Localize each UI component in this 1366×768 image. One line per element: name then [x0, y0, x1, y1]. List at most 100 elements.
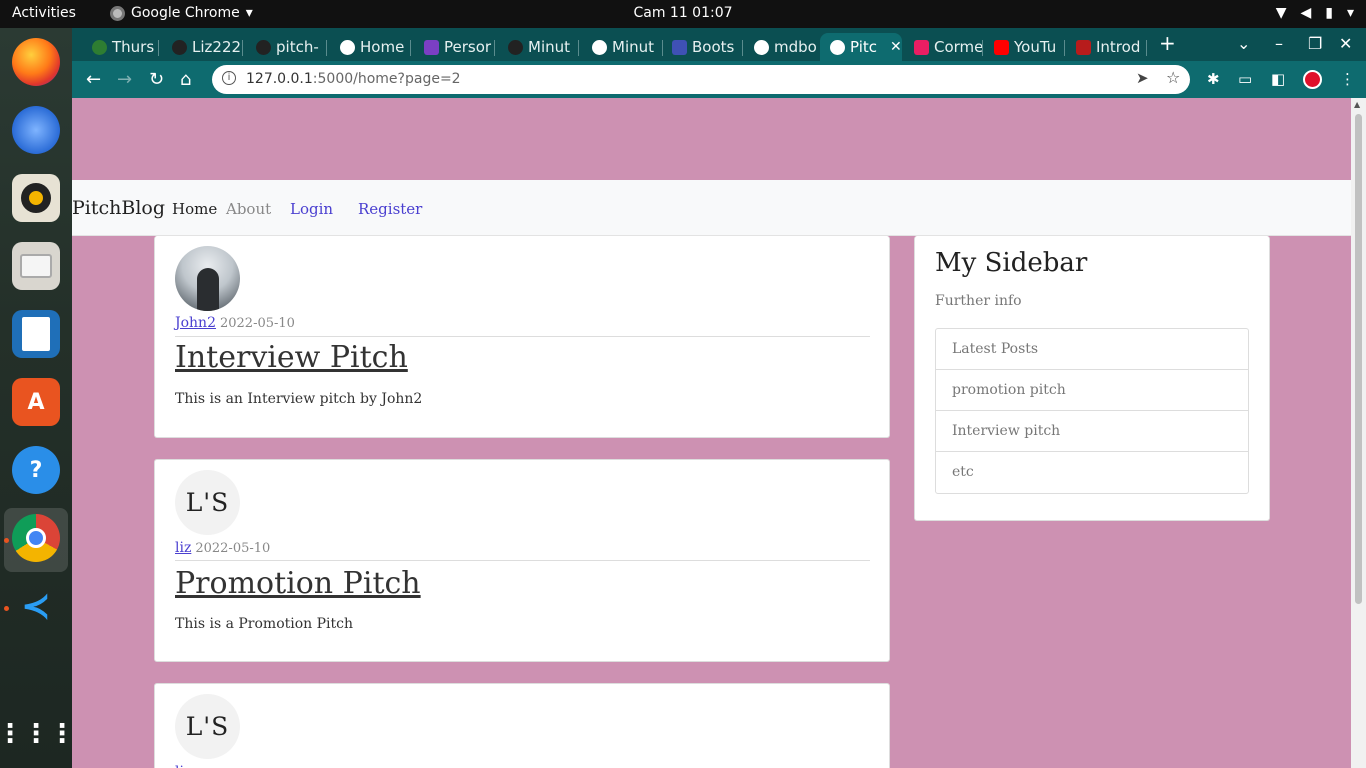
tab-label: Minut — [612, 38, 655, 56]
tab-search-icon[interactable]: ⌄ — [1237, 34, 1250, 53]
browser-toolbar: ← → ↻ ⌂ i 127.0.0.1:5000/home?page=2 ➤ ☆… — [72, 61, 1366, 98]
profile-avatar[interactable] — [1303, 70, 1322, 89]
vscode-icon[interactable]: ≺ — [12, 582, 60, 630]
activities-button[interactable]: Activities — [12, 5, 76, 21]
reload-icon[interactable]: ↻ — [149, 69, 164, 90]
tab[interactable]: Minut — [498, 33, 578, 61]
post-card: L'S li — [154, 683, 890, 768]
globe-icon — [592, 39, 607, 55]
sidebar-item[interactable]: promotion pitch — [936, 370, 1248, 411]
globe-icon — [340, 39, 355, 55]
wifi-icon: ▼ — [1275, 5, 1287, 21]
post-meta: John2 2022-05-10 — [175, 315, 295, 331]
files-icon[interactable] — [12, 242, 60, 290]
close-tab-icon[interactable]: ✕ — [890, 39, 902, 55]
battery-icon: ▮ — [1325, 5, 1333, 21]
side-panel-icon[interactable]: ◧ — [1271, 70, 1285, 88]
tab-label: Persor — [444, 38, 492, 56]
help-icon[interactable]: ? — [12, 446, 60, 494]
writer-icon[interactable] — [12, 310, 60, 358]
github-icon — [508, 39, 523, 55]
tab-label: Introd — [1096, 38, 1141, 56]
app-menu-label: Google Chrome — [131, 5, 240, 21]
home-icon[interactable]: ⌂ — [180, 69, 191, 90]
tab-label: Thurs — [112, 38, 155, 56]
sidebar-item[interactable]: Latest Posts — [936, 329, 1248, 370]
chevron-down-icon: ▾ — [245, 5, 253, 21]
firefox-icon[interactable] — [12, 38, 60, 86]
bookmark-star-icon[interactable]: ☆ — [1166, 68, 1180, 87]
tab[interactable]: Corme — [904, 33, 982, 61]
tab[interactable]: Thurs — [82, 33, 158, 61]
sidebar-item[interactable]: etc — [936, 452, 1248, 493]
cast-icon[interactable]: ▭ — [1238, 70, 1252, 88]
chrome-icon[interactable] — [12, 514, 60, 562]
globe-icon — [830, 39, 845, 55]
nav-about-link[interactable]: About — [226, 200, 271, 218]
tab[interactable]: Home — [330, 33, 410, 61]
sidebar-list: Latest Posts promotion pitch Interview p… — [935, 328, 1249, 494]
system-tray[interactable]: ▼ ◀ ▮ ▾ — [1276, 5, 1354, 21]
author-avatar: L'S — [175, 694, 240, 759]
post-meta: li — [175, 764, 188, 768]
app-center-icon[interactable]: A — [12, 378, 60, 426]
tab[interactable]: pitch- — [246, 33, 326, 61]
forward-icon[interactable]: → — [117, 69, 132, 90]
thunderbird-icon[interactable] — [12, 106, 60, 154]
tab-label: Pitc — [850, 38, 878, 56]
browser-window: Thurs Liz222 pitch- Home Persor Minut Mi… — [72, 28, 1366, 768]
send-tab-icon[interactable]: ➤ — [1136, 69, 1149, 87]
tab[interactable]: YouTu — [984, 33, 1064, 61]
tab-active[interactable]: Pitc ✕ — [820, 33, 902, 61]
app-menu[interactable]: Google Chrome ▾ — [110, 5, 253, 21]
scrollbar-thumb[interactable] — [1355, 114, 1362, 604]
tab[interactable]: Boots — [662, 33, 742, 61]
tab-separator — [1146, 40, 1147, 56]
menu-kebab-icon[interactable]: ⋮ — [1340, 70, 1355, 88]
youtube-icon — [994, 39, 1009, 55]
show-apps-icon[interactable]: ⋮⋮⋮ — [0, 710, 75, 758]
tab-separator — [158, 40, 159, 56]
post-author-link[interactable]: John2 — [175, 315, 216, 331]
nav-login-link[interactable]: Login — [290, 200, 333, 218]
rhythmbox-icon[interactable] — [12, 174, 60, 222]
nav-register-link[interactable]: Register — [358, 200, 422, 218]
minimize-button[interactable]: – — [1275, 34, 1283, 53]
tab[interactable]: mdbo — [744, 33, 822, 61]
google-icon — [754, 39, 769, 55]
tab-separator — [494, 40, 495, 56]
github-icon — [172, 39, 187, 55]
tab-separator — [982, 40, 983, 56]
tab[interactable]: Minut — [582, 33, 662, 61]
tab[interactable]: Introd — [1066, 33, 1146, 61]
post-title-link[interactable]: Interview Pitch — [175, 340, 408, 375]
tab-favicon-icon — [92, 39, 107, 55]
close-window-button[interactable]: ✕ — [1339, 34, 1352, 53]
nav-home-link[interactable]: Home — [172, 200, 217, 218]
post-content: This is a Promotion Pitch — [175, 616, 354, 632]
tab-favicon-icon — [424, 39, 439, 55]
sidebar-title: My Sidebar — [935, 248, 1088, 278]
back-icon[interactable]: ← — [86, 69, 101, 90]
scroll-up-icon[interactable]: ▲ — [1354, 100, 1360, 109]
sidebar-item[interactable]: Interview pitch — [936, 411, 1248, 452]
address-bar[interactable]: i 127.0.0.1:5000/home?page=2 ➤ ☆ — [212, 65, 1190, 94]
post-author-link[interactable]: liz — [175, 540, 191, 556]
tab-label: Boots — [692, 38, 735, 56]
github-icon — [256, 39, 271, 55]
post-title-link[interactable]: Promotion Pitch — [175, 566, 421, 601]
site-brand[interactable]: PitchBlog — [72, 197, 165, 219]
maximize-button[interactable]: ❐ — [1308, 34, 1322, 53]
new-tab-button[interactable]: + — [1159, 31, 1176, 55]
post-author-link[interactable]: li — [175, 764, 184, 768]
site-info-icon[interactable]: i — [222, 71, 236, 85]
url-text: 127.0.0.1:5000/home?page=2 — [246, 71, 461, 87]
tab[interactable]: Persor — [414, 33, 494, 61]
url-path: :5000/home?page=2 — [312, 71, 461, 87]
extensions-icon[interactable]: ✱ — [1207, 70, 1220, 88]
tab-separator — [1064, 40, 1065, 56]
divider — [175, 336, 870, 337]
page-scrollbar[interactable]: ▲ — [1351, 98, 1366, 768]
tab-label: Corme — [934, 38, 982, 56]
tab[interactable]: Liz222 — [162, 33, 242, 61]
